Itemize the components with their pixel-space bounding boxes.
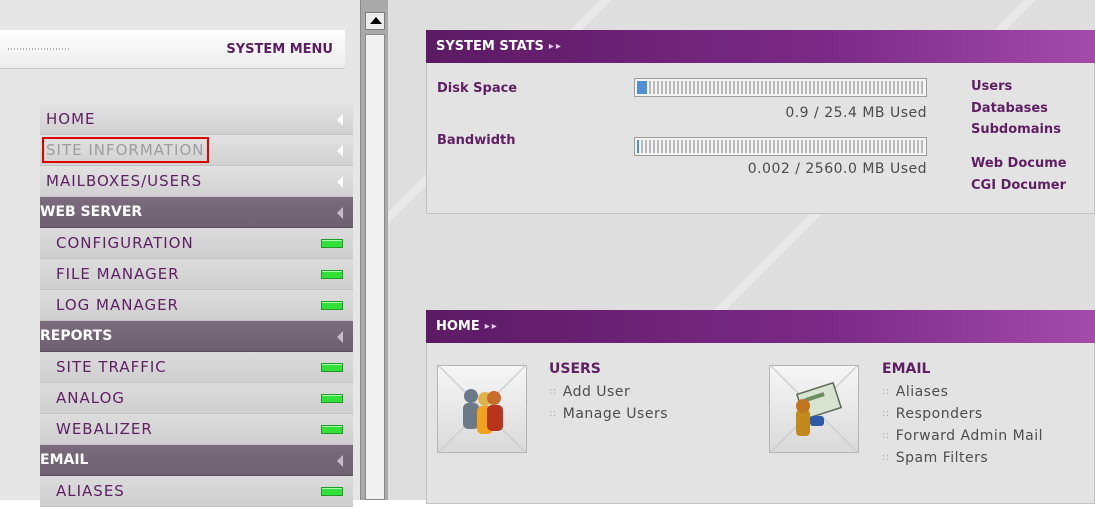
bullet-icon: :: bbox=[882, 386, 890, 397]
sidebar-item-webalizer[interactable]: WEBALIZER bbox=[40, 414, 353, 445]
status-indicator-icon bbox=[321, 239, 343, 248]
users-heading[interactable]: USERS bbox=[549, 361, 601, 377]
sidebar-item-aliases[interactable]: ALIASES bbox=[40, 476, 353, 507]
system-stats-header: SYSTEM STATS ▸▸ bbox=[426, 30, 1095, 63]
system-menu-title: SYSTEM MENU bbox=[226, 42, 333, 57]
menu-list: HOME SITE INFORMATION MAILBOXES/USERS WEB S… bbox=[40, 104, 353, 507]
add-user-link[interactable]: :: Add User bbox=[549, 384, 630, 400]
arrow-left-icon bbox=[337, 114, 343, 126]
system-stats-body: Disk Space 0.9 / 25.4 MB Used Bandwidth … bbox=[426, 63, 1095, 214]
users-tile-icon[interactable] bbox=[437, 365, 527, 453]
status-indicator-icon bbox=[321, 363, 343, 372]
status-indicator-icon bbox=[321, 270, 343, 279]
spam-filters-link[interactable]: :: Spam Filters bbox=[882, 450, 988, 466]
disk-space-bar-fill bbox=[637, 81, 647, 94]
bandwidth-usage: 0.002 / 2560.0 MB Used bbox=[747, 161, 927, 177]
sidebar-item-label: WEB SERVER bbox=[40, 204, 143, 220]
users-group-icon bbox=[463, 389, 503, 434]
sidebar-item-label: ALIASES bbox=[56, 482, 125, 500]
sidebar-item-site-information[interactable]: SITE INFORMATION bbox=[40, 135, 353, 166]
sidebar-item-mailboxes-users[interactable]: MAILBOXES/USERS bbox=[40, 166, 353, 197]
sidebar-item-label: SITE TRAFFIC bbox=[56, 358, 167, 376]
bullet-icon: :: bbox=[882, 452, 890, 463]
sidebar-item-label: FILE MANAGER bbox=[56, 265, 180, 283]
system-stats-panel: SYSTEM STATS ▸▸ Disk Space 0.9 / 25.4 MB… bbox=[426, 30, 1095, 214]
sidebar-item-analog[interactable]: ANALOG bbox=[40, 383, 353, 414]
header-arrows-icon: ▸▸ bbox=[548, 41, 563, 52]
sidebar-item-reports[interactable]: REPORTS bbox=[40, 321, 353, 352]
header-arrows-icon: ▸▸ bbox=[484, 321, 499, 332]
sidebar-item-web-server[interactable]: WEB SERVER bbox=[40, 197, 353, 228]
sidebar-item-label: WEBALIZER bbox=[56, 420, 153, 438]
databases-link[interactable]: Databases bbox=[971, 101, 1048, 116]
email-tile-icon[interactable] bbox=[769, 365, 859, 453]
status-indicator-icon bbox=[321, 425, 343, 434]
home-panel: HOME ▸▸ USERS :: Add User :: Manage Users bbox=[426, 310, 1095, 504]
sidebar-item-label: CONFIGURATION bbox=[56, 234, 194, 252]
sidebar-item-label: MAILBOXES/USERS bbox=[46, 172, 203, 190]
subdomains-link[interactable]: Subdomains bbox=[971, 122, 1061, 137]
web-documents-link[interactable]: Web Docume bbox=[971, 156, 1067, 171]
bandwidth-label: Bandwidth bbox=[437, 133, 516, 148]
disk-space-label: Disk Space bbox=[437, 81, 518, 96]
arrow-left-icon bbox=[337, 176, 343, 188]
arrow-left-icon bbox=[337, 207, 343, 219]
responders-link[interactable]: :: Responders bbox=[882, 406, 983, 422]
sidebar-item-label: REPORTS bbox=[40, 328, 113, 344]
arrow-left-icon bbox=[337, 331, 343, 343]
sidebar-item-log-manager[interactable]: LOG MANAGER bbox=[40, 290, 353, 321]
bullet-icon: :: bbox=[549, 408, 557, 419]
users-link[interactable]: Users bbox=[971, 79, 1012, 94]
arrow-left-icon bbox=[337, 455, 343, 467]
scroll-thumb[interactable] bbox=[365, 34, 385, 500]
status-indicator-icon bbox=[321, 301, 343, 310]
main-content: SYSTEM STATS ▸▸ Disk Space 0.9 / 25.4 MB… bbox=[388, 0, 1095, 504]
bandwidth-bar-fill bbox=[637, 140, 639, 153]
email-envelope-icon bbox=[795, 381, 843, 436]
email-heading[interactable]: EMAIL bbox=[882, 361, 930, 377]
sidebar-item-home[interactable]: HOME bbox=[40, 104, 353, 135]
arrow-left-icon bbox=[337, 145, 343, 157]
status-indicator-icon bbox=[321, 487, 343, 496]
aliases-link[interactable]: :: Aliases bbox=[882, 384, 948, 400]
disk-space-bar bbox=[634, 78, 927, 97]
bullet-icon: :: bbox=[882, 430, 890, 441]
forward-admin-mail-link[interactable]: :: Forward Admin Mail bbox=[882, 428, 1043, 444]
manage-users-link[interactable]: :: Manage Users bbox=[549, 406, 668, 422]
home-body: USERS :: Add User :: Manage Users EMAIL ::… bbox=[426, 343, 1095, 504]
bullet-icon: :: bbox=[882, 408, 890, 419]
vertical-scrollbar[interactable] bbox=[360, 0, 389, 500]
system-stats-title: SYSTEM STATS bbox=[436, 39, 544, 54]
scroll-up-button[interactable] bbox=[365, 12, 385, 30]
bandwidth-bar-track bbox=[637, 140, 924, 153]
sidebar: SYSTEM MENU HOME SITE INFORMATION MAILBOXE… bbox=[0, 0, 360, 507]
status-indicator-icon bbox=[321, 394, 343, 403]
sidebar-item-file-manager[interactable]: FILE MANAGER bbox=[40, 259, 353, 290]
home-header: HOME ▸▸ bbox=[426, 310, 1095, 343]
bandwidth-bar bbox=[634, 137, 927, 156]
sidebar-item-configuration[interactable]: CONFIGURATION bbox=[40, 228, 353, 259]
bullet-icon: :: bbox=[549, 386, 557, 397]
sidebar-item-label: SITE INFORMATION bbox=[42, 137, 209, 163]
disk-space-usage: 0.9 / 25.4 MB Used bbox=[785, 105, 927, 121]
home-title: HOME bbox=[436, 319, 480, 334]
header-dots bbox=[8, 48, 70, 50]
up-arrow-icon bbox=[370, 17, 382, 24]
sidebar-item-label: EMAIL bbox=[40, 452, 89, 468]
disk-space-bar-track bbox=[637, 81, 924, 94]
system-menu-header: SYSTEM MENU bbox=[0, 30, 345, 69]
sidebar-item-label: HOME bbox=[46, 110, 96, 128]
cgi-documents-link[interactable]: CGI Documer bbox=[971, 178, 1066, 193]
sidebar-item-site-traffic[interactable]: SITE TRAFFIC bbox=[40, 352, 353, 383]
sidebar-item-email[interactable]: EMAIL bbox=[40, 445, 353, 476]
sidebar-item-label: LOG MANAGER bbox=[56, 296, 179, 314]
sidebar-item-label: ANALOG bbox=[56, 389, 125, 407]
